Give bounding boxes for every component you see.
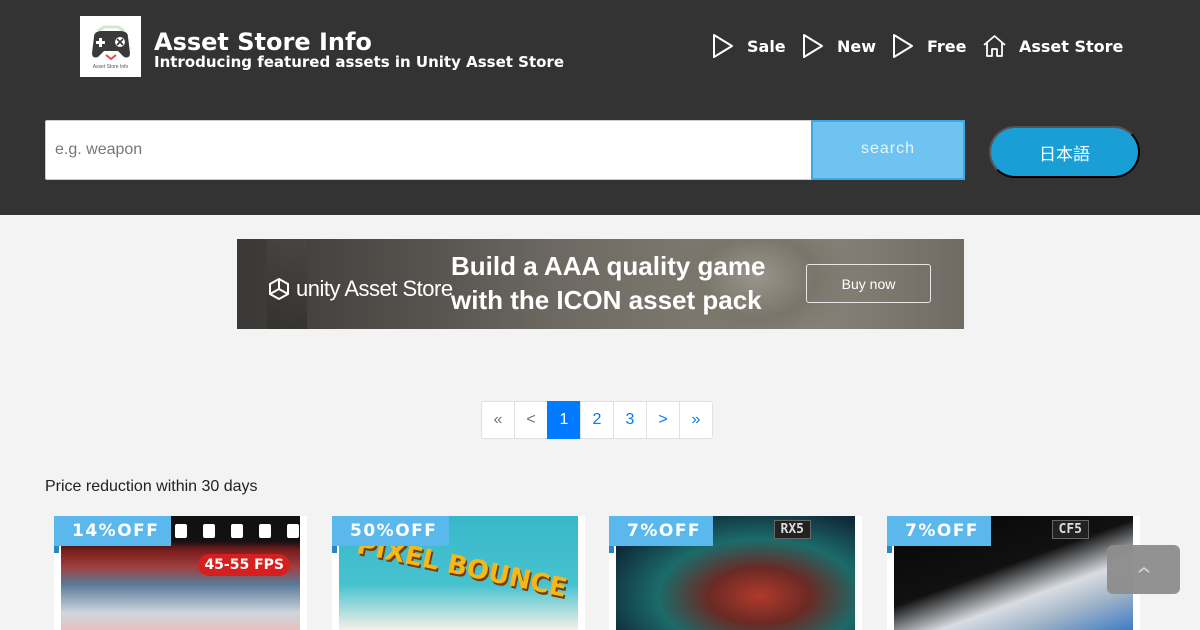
banner-headline: Build a AAA quality game with the ICON a… [451, 249, 791, 317]
nav-new[interactable]: New [801, 32, 876, 60]
discount-badge: 50%OFF [332, 516, 450, 553]
play-icon [893, 34, 913, 58]
nav-sale[interactable]: Sale [711, 32, 786, 60]
asset-card[interactable]: 45-55 FPS 14%OFF [54, 516, 307, 630]
play-icon [713, 34, 733, 58]
nav-free[interactable]: Free [891, 32, 967, 60]
page-prev[interactable]: < [514, 401, 548, 439]
site-subtitle: Introducing featured assets in Unity Ass… [154, 53, 564, 71]
nav-asset-store-label: Asset Store [1019, 36, 1124, 56]
banner-headline-line1: Build a AAA quality game [451, 251, 766, 281]
section-title: Price reduction within 30 days [45, 478, 258, 495]
logo-caption: Asset Store Info [92, 64, 129, 70]
asset-card[interactable]: RX5 7%OFF [609, 516, 862, 630]
page-3[interactable]: 3 [613, 401, 647, 439]
pagination: « < 1 2 3 > » [481, 401, 713, 439]
banner-brand-label: unity Asset Store [296, 276, 453, 301]
asset-card[interactable]: PIXEL BOUNCE 50%OFF [332, 516, 585, 630]
ad-banner[interactable]: unity Asset Store Build a AAA quality ga… [237, 239, 964, 329]
discount-badge: 7%OFF [609, 516, 714, 553]
discount-badge: 7%OFF [887, 516, 992, 553]
site-header: Asset Store Info Asset Store Info Introd… [0, 0, 1200, 215]
play-icon [803, 34, 823, 58]
banner-brand: unity Asset Store [267, 276, 453, 302]
language-button[interactable]: 日本語 [989, 126, 1140, 178]
nav-free-label: Free [927, 36, 967, 56]
banner-headline-line2: with the ICON asset pack [451, 285, 762, 315]
search-button[interactable]: search [811, 120, 965, 180]
thumbnail-text: 45-55 FPS [198, 554, 290, 576]
page-2[interactable]: 2 [580, 401, 614, 439]
gamepad-logo-icon [91, 25, 130, 61]
asset-card[interactable]: CF5 7%OFF [887, 516, 1140, 630]
thumbnail-text: RX5 [773, 520, 811, 539]
scroll-to-top-button[interactable] [1107, 545, 1180, 594]
banner-buy-now-button[interactable]: Buy now [806, 264, 931, 303]
page-next[interactable]: > [646, 401, 680, 439]
home-icon [983, 35, 1006, 57]
thumbnail-text: CF5 [1051, 520, 1089, 539]
site-logo[interactable]: Asset Store Info [80, 16, 141, 77]
nav-new-label: New [837, 36, 877, 56]
page-1[interactable]: 1 [547, 401, 581, 439]
page-last[interactable]: » [679, 401, 713, 439]
discount-badge: 14%OFF [54, 516, 172, 553]
nav-sale-label: Sale [747, 36, 786, 56]
chevron-up-icon [1138, 566, 1149, 573]
site-title[interactable]: Asset Store Info [154, 28, 372, 56]
nav-asset-store[interactable]: Asset Store [982, 32, 1123, 60]
search-input[interactable] [45, 120, 812, 180]
page-first[interactable]: « [481, 401, 515, 439]
unity-logo-icon [269, 277, 289, 301]
